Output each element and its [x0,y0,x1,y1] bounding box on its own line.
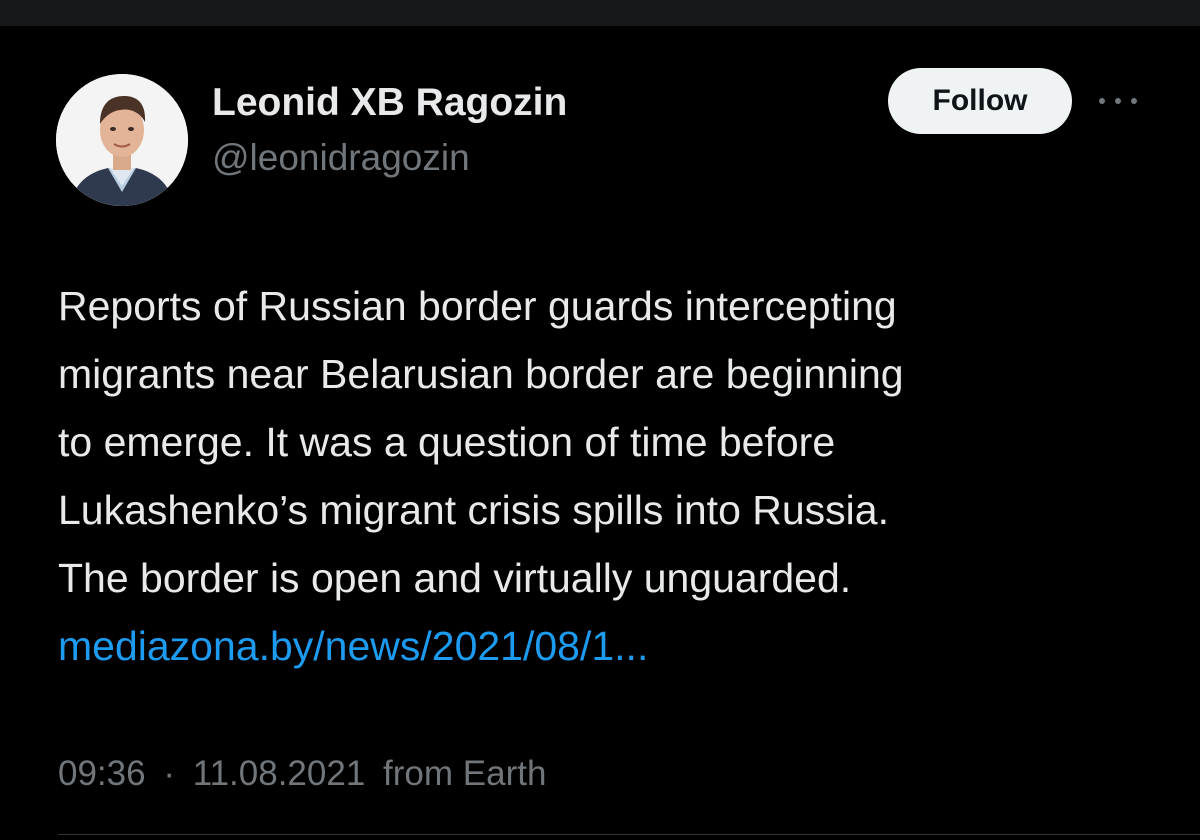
follow-button[interactable]: Follow [888,68,1072,134]
tweet-text-line: migrants near Belarusian border are begi… [58,351,904,397]
avatar-photo [56,74,188,206]
tweet-text-line: Reports of Russian border guards interce… [58,283,897,329]
more-options-icon[interactable] [1094,86,1142,116]
more-dot [1099,98,1105,104]
tweet-link[interactable]: mediazona.by/news/2021/08/1... [58,612,1158,680]
tweet-source: from Earth [383,754,547,793]
tweet-text-line: Lukashenko’s migrant crisis spills into … [58,487,889,533]
more-dot [1131,98,1137,104]
top-bar [0,0,1200,26]
tweet-date[interactable]: 11.08.2021 [193,754,366,793]
tweet-meta: 09:36 · 11.08.2021 from Earth [58,748,546,800]
tweet-text-line: The border is open and virtually unguard… [58,555,852,601]
more-dot [1115,98,1121,104]
tweet-text-line: to emerge. It was a question of time bef… [58,419,836,465]
divider [58,834,1200,835]
tweet-card: Leonid XB Ragozin @leonidragozin Follow … [0,26,1200,840]
author-display-name[interactable]: Leonid XB Ragozin [212,80,567,126]
tweet-text: Reports of Russian border guards interce… [58,272,1158,680]
author-handle[interactable]: @leonidragozin [212,136,470,180]
tweet-time[interactable]: 09:36 [58,754,146,793]
avatar[interactable] [56,74,188,206]
meta-separator: · [163,754,175,793]
